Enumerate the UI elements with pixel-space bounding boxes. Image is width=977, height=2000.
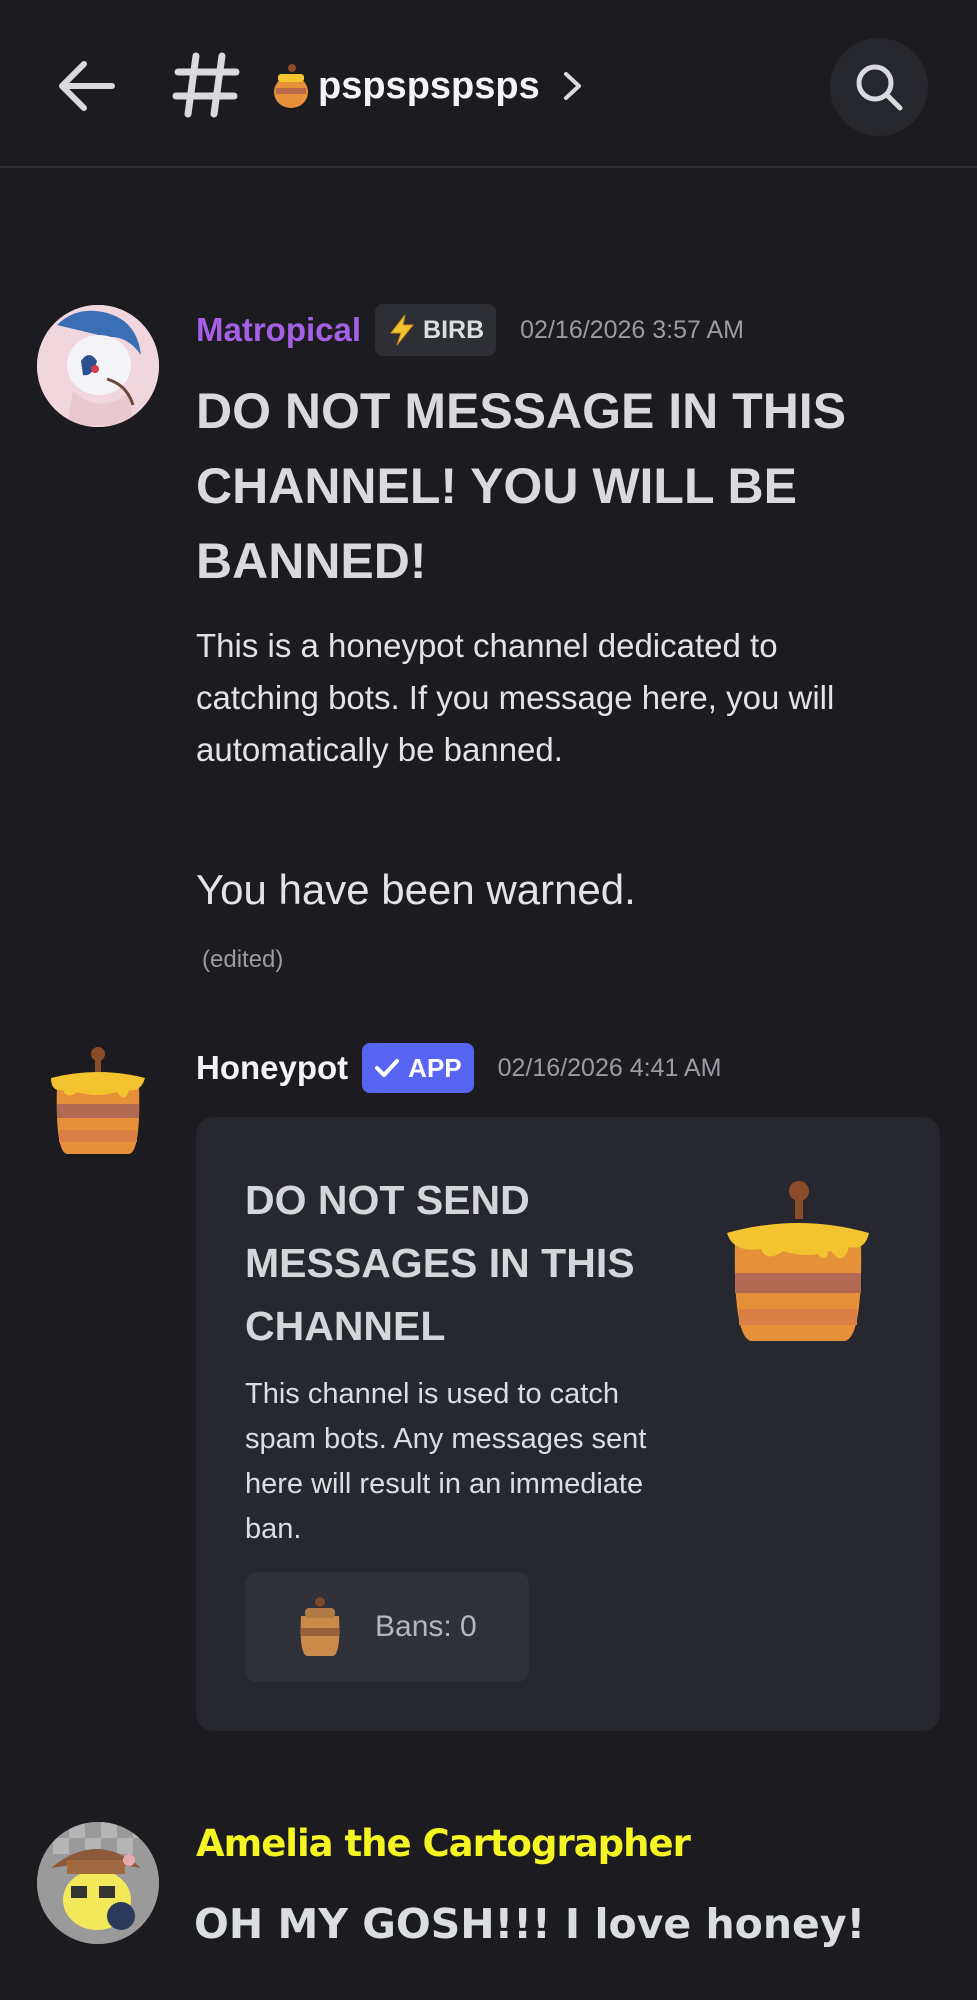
hash-icon	[172, 52, 240, 118]
message-text: OH MY GOSH!!! I love honey!	[194, 1900, 866, 1948]
honey-jar-icon	[300, 1597, 340, 1656]
bot-embed: DO NOT SEND MESSAGES IN THIS CHANNEL Thi…	[196, 1117, 940, 1731]
back-button[interactable]	[52, 52, 120, 120]
honey-pot-thumbnail-icon	[727, 1181, 869, 1341]
channel-title[interactable]: pspspspsps	[270, 56, 586, 116]
search-icon	[856, 64, 903, 111]
message-header: Honeypot APP 02/16/2026 4:41 AM	[196, 1041, 721, 1095]
embed-description: This channel is used to catch spam bots.…	[245, 1378, 647, 1545]
username[interactable]: Amelia the Cartographer	[196, 1822, 691, 1865]
honey-pot-avatar-icon	[51, 1047, 145, 1154]
message-body: This is a honeypot channel dedicated to …	[196, 627, 835, 768]
bans-label: Bans: 0	[375, 1610, 477, 1643]
search-button[interactable]	[830, 38, 928, 136]
embed-title: DO NOT SEND MESSAGES IN THIS CHANNEL	[245, 1177, 635, 1349]
bans-counter-button[interactable]: Bans: 0	[245, 1572, 529, 1682]
channel-name-text: pspspspsps	[318, 64, 540, 107]
lightning-icon	[390, 314, 415, 346]
edited-label: (edited)	[202, 946, 284, 973]
avatar[interactable]	[37, 1822, 159, 1944]
avatar-image	[37, 305, 159, 427]
message-header: Matropical BIRB 02/16/2026 3:57 AM	[196, 303, 744, 357]
avatar-image	[37, 1822, 159, 1944]
arrow-left-icon	[59, 61, 115, 111]
honey-pot-icon	[274, 64, 308, 108]
app-badge-label: APP	[408, 1052, 462, 1083]
message-warning: You have been warned.	[196, 866, 636, 913]
app-badge: APP	[362, 1043, 474, 1093]
role-tag-label: BIRB	[423, 315, 485, 344]
avatar[interactable]	[37, 1042, 159, 1164]
checkmark-icon	[375, 1059, 400, 1077]
role-tag[interactable]: BIRB	[375, 304, 497, 356]
timestamp: 02/16/2026 4:41 AM	[497, 1053, 722, 1082]
channel-header: pspspspsps	[0, 0, 977, 168]
message-heading: DO NOT MESSAGE IN THIS CHANNEL! YOU WILL…	[196, 383, 847, 589]
username[interactable]: Matropical	[196, 311, 361, 349]
timestamp: 02/16/2026 3:57 AM	[520, 315, 744, 344]
avatar[interactable]	[37, 305, 159, 427]
username[interactable]: Honeypot	[196, 1049, 348, 1087]
chevron-right-icon	[563, 72, 581, 100]
